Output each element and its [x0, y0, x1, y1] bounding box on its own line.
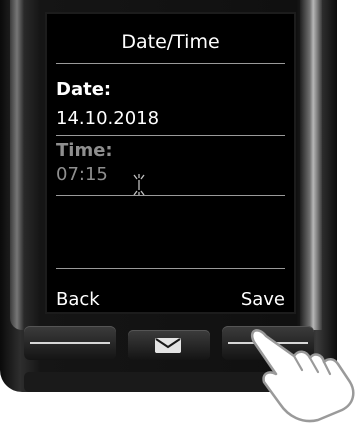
time-field[interactable]: 07:15 [56, 164, 108, 185]
time-divider [56, 195, 285, 196]
date-divider [56, 135, 285, 136]
save-softkey-label[interactable]: Save [241, 289, 285, 310]
pointing-hand-icon [250, 329, 355, 423]
back-softkey-label[interactable]: Back [56, 289, 100, 310]
phone-rim-left [10, 0, 24, 330]
phone-rim-right [300, 0, 322, 330]
softkey-bar-icon [30, 342, 110, 344]
softkey-divider [56, 268, 285, 269]
blinking-cursor-icon [133, 174, 145, 196]
time-label: Time: [56, 140, 113, 161]
message-button[interactable] [128, 330, 210, 360]
screen-title: Date/Time [121, 31, 220, 53]
left-softkey-button[interactable] [24, 326, 116, 360]
display-screen: Date/Time Date: 14.10.2018 Time: 07:15 B… [47, 14, 294, 312]
date-label: Date: [56, 79, 112, 100]
title-divider [56, 63, 285, 64]
envelope-icon [155, 338, 181, 353]
date-field[interactable]: 14.10.2018 [56, 108, 159, 129]
